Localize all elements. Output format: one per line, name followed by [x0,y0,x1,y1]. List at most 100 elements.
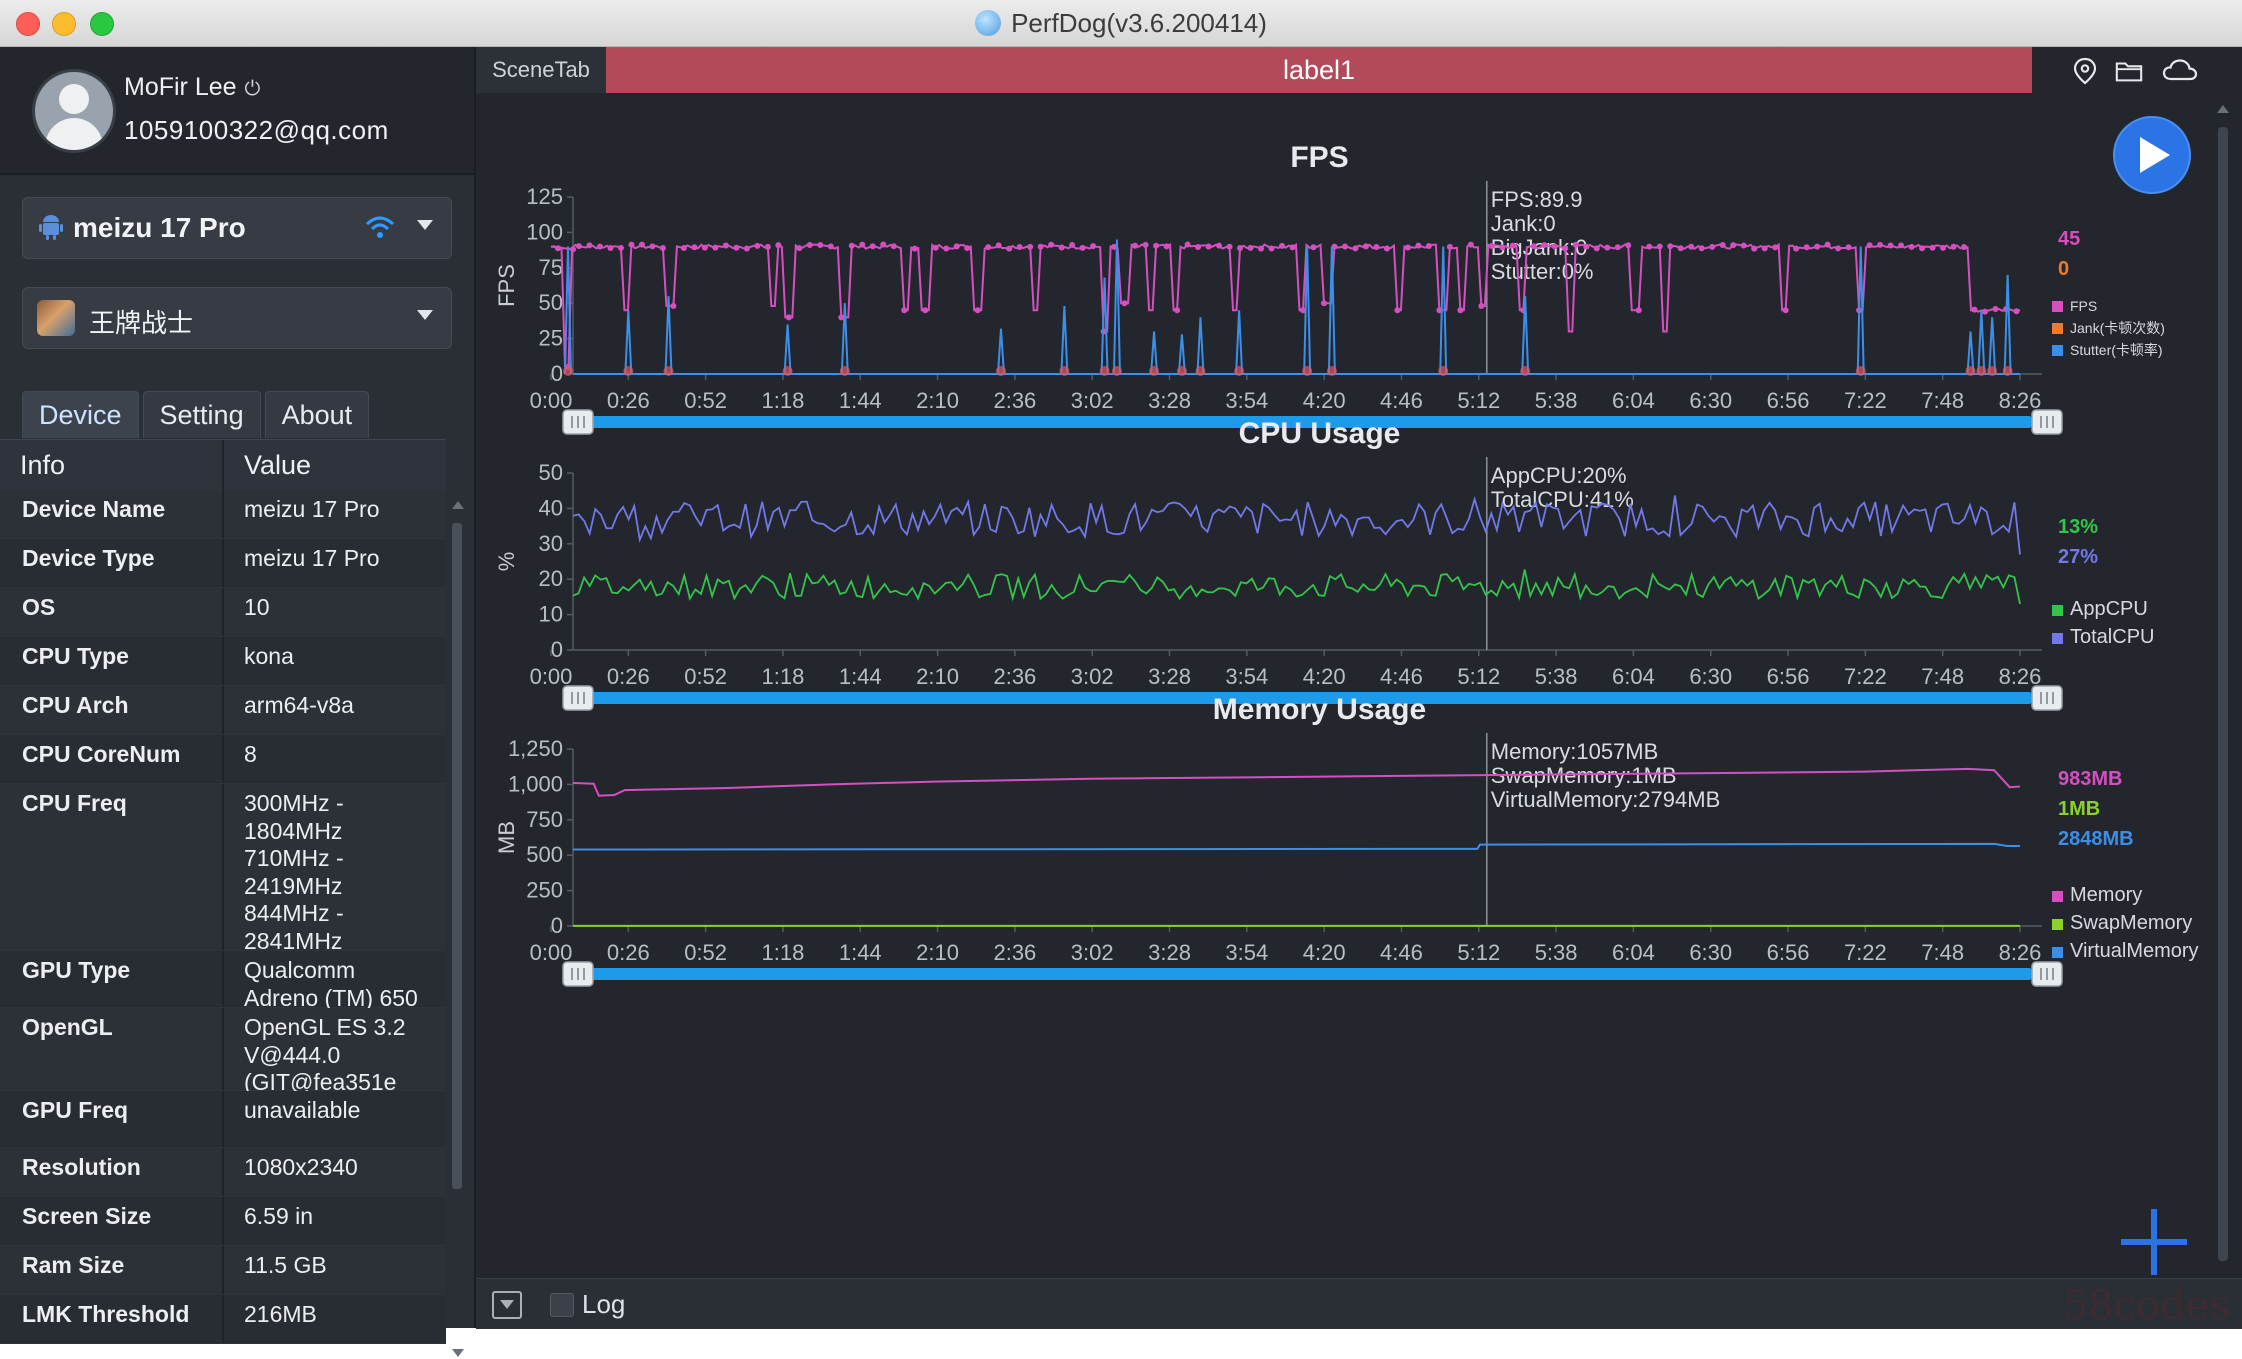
play-button[interactable] [2113,116,2191,194]
scene-label-bar[interactable]: label1 [606,47,2032,93]
fps-point [1614,244,1621,251]
chevron-down-icon [417,220,433,230]
stutter-spike [1196,317,1205,375]
legend-label: Stutter(卡顿率) [2070,342,2163,358]
folder-icon[interactable] [2114,57,2144,85]
info-row: GPU Freq unavailable [0,1091,446,1148]
app-cpu-line [572,569,2021,605]
y-tick-label: 1,000 [508,771,563,796]
location-pin-icon[interactable] [2070,57,2100,85]
info-value: 8 [244,741,257,767]
fps-point [817,242,824,249]
info-value: Qualcomm Adreno (TM) 650 [244,957,418,1011]
fps-point [1069,241,1076,248]
x-tick-label: 3:02 [1071,388,1114,413]
wifi-icon [365,216,395,238]
fps-point [1803,244,1810,251]
title-bar: PerfDog(v3.6.200414) [0,0,2242,47]
value-column-header: Value [244,450,312,480]
jank-marker [1099,366,1110,376]
fps-point [1688,243,1695,250]
x-tick-label: 0:26 [607,388,650,413]
x-tick-label: 1:44 [839,940,882,965]
fps-point [1006,245,1013,252]
info-row: CPU Arch arm64-v8a [0,686,446,735]
info-row: Device Type meizu 17 Pro [0,539,446,588]
jank-marker [1520,366,1531,376]
x-tick-label: 2:10 [916,664,959,689]
power-icon[interactable]: ⏻ [245,78,261,101]
chevron-down-icon [417,310,433,320]
cloud-icon[interactable] [2162,57,2198,85]
charts-scrollbar[interactable] [2212,99,2234,1319]
y-tick-label: 30 [539,531,563,556]
tab-setting[interactable]: Setting [142,391,261,438]
main-area: SceneTab label1 FPS FPS 0 25 50 75 100 125 0:00 0… [476,47,2242,1328]
fps-point [680,245,687,252]
info-value: unavailable [244,1097,361,1123]
y-axis-label: % [494,552,519,572]
fps-point [1352,245,1359,252]
fps-point [1341,243,1348,250]
perfdog-app-icon [975,10,1002,36]
fps-point [1593,245,1600,252]
bottom-bar: Log 58codes [476,1278,2242,1329]
x-tick-label: 5:12 [1457,388,1500,413]
fps-point [1908,243,1915,250]
cursor-readout: Memory:1057MB [1491,739,1659,764]
fps-point [1048,241,1055,248]
info-row: GPU Type Qualcomm Adreno (TM) 650 [0,951,446,1011]
performance-charts: FPSFPS02550751001250:00 0:26 0:52 1:18 1:44 2… [494,116,2199,1275]
time-range-slider [573,968,2032,980]
x-tick-label: 6:04 [1612,388,1655,413]
device-selector[interactable]: meizu 17 Pro [22,197,452,259]
user-name: MoFir Lee ⏻ [124,73,260,102]
sidebar-tabs: Device Setting About [22,391,370,439]
fps-point [1646,243,1653,250]
fps-point [1887,242,1894,249]
jank-marker [1059,366,1070,376]
x-tick-label: 7:48 [1921,664,1964,689]
x-tick-label: 8:26 [1999,664,2042,689]
x-tick-label: 3:02 [1071,664,1114,689]
tab-device[interactable]: Device [22,391,139,438]
x-tick-label: 6:56 [1767,388,1810,413]
info-value: kona [244,643,294,669]
app-selector[interactable]: 王牌战士 [22,287,452,349]
y-tick-label: 75 [539,255,563,280]
add-chart-button[interactable] [2121,1209,2187,1275]
device-name-label: meizu 17 Pro [73,212,246,243]
fps-point [985,244,992,251]
chart-2: Memory Usage MB 0 250 500 750 1,000 1,250 0:00 0:… [494,693,2199,987]
fps-point [827,243,834,250]
log-label: Log [582,1289,626,1319]
fps-point [1719,241,1726,248]
log-checkbox[interactable] [550,1293,574,1317]
info-scrollbar[interactable] [450,499,464,1359]
fps-point [953,243,960,250]
jank-marker [782,366,793,376]
fps-point [1237,245,1244,252]
collapse-button[interactable] [492,1291,522,1319]
jank-marker [1149,366,1160,376]
android-icon [39,215,63,240]
fps-point [901,307,908,314]
tab-about[interactable]: About [264,391,370,438]
legend-label: Memory [2070,884,2142,906]
fps-point [1530,243,1537,250]
legend-label: Jank(卡顿次数) [2070,320,2165,336]
fps-point [1478,303,1485,310]
info-key: GPU Type [22,957,131,983]
fps-point [1027,243,1034,250]
fps-point [596,243,603,250]
x-tick-label: 3:28 [1148,664,1191,689]
scene-tab-button[interactable]: SceneTab [476,47,606,93]
fps-point [848,242,855,249]
avatar[interactable] [32,69,116,153]
x-tick-label: 0:00 [530,664,573,689]
fps-point [1174,307,1181,314]
fps-point [1940,244,1947,251]
y-tick-label: 0 [551,637,563,662]
window-title: PerfDog(v3.6.200414) [1011,7,1267,38]
y-tick-label: 125 [526,184,563,209]
